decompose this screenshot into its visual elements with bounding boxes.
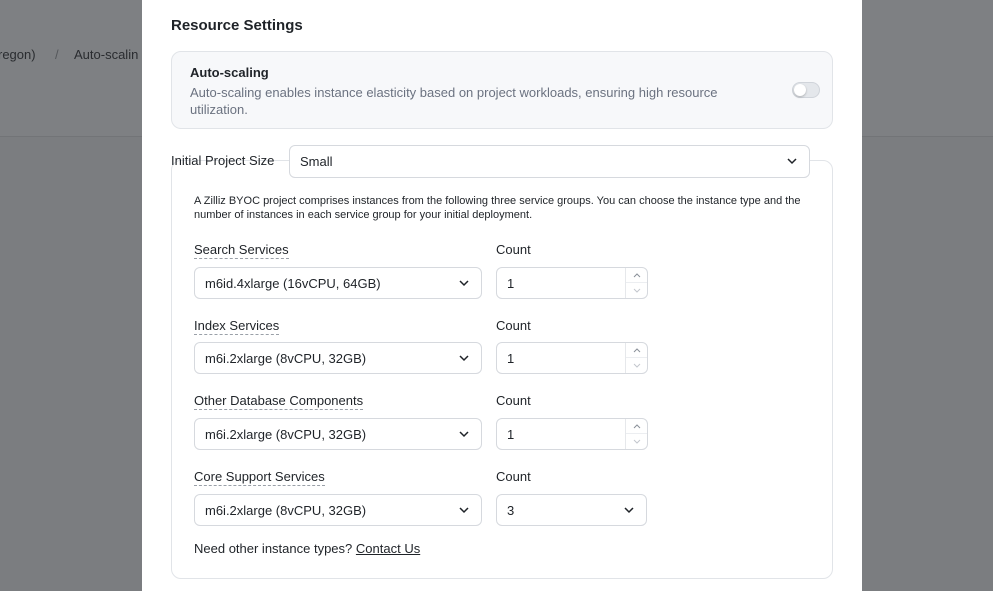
project-size-select[interactable]: Small <box>289 145 810 178</box>
count-value: 1 <box>507 351 515 366</box>
decrement-button[interactable] <box>626 434 647 449</box>
chevron-down-icon <box>459 507 469 514</box>
chevron-down-icon <box>459 355 469 362</box>
increment-button[interactable] <box>626 343 647 358</box>
project-size-label: Initial Project Size <box>171 153 275 168</box>
count-label: Count <box>496 318 531 333</box>
other-instance-types-text: Need other instance types? <box>194 541 353 556</box>
chevron-down-icon <box>624 507 634 514</box>
other-database-components-label[interactable]: Other Database Components <box>194 393 364 410</box>
chevron-up-icon <box>633 273 640 278</box>
count-stepper <box>625 343 647 373</box>
count-value: 1 <box>507 276 515 291</box>
count-stepper <box>625 419 647 449</box>
chevron-down-icon <box>459 431 469 438</box>
core-support-services-label[interactable]: Core Support Services <box>194 469 325 486</box>
decrement-button[interactable] <box>626 358 647 373</box>
other-database-components-count-input[interactable]: 1 <box>496 418 648 450</box>
decrement-button[interactable] <box>626 283 647 298</box>
instance-value: m6i.2xlarge (8vCPU, 32GB) <box>205 503 367 518</box>
search-services-count-input[interactable]: 1 <box>496 267 648 299</box>
resource-settings-modal: Resource Settings Auto-scaling Auto-scal… <box>142 0 862 591</box>
modal-title: Resource Settings <box>171 17 303 34</box>
toggle-knob <box>794 84 806 96</box>
chevron-down-icon <box>459 280 469 287</box>
breadcrumb-separator: / <box>55 47 59 62</box>
other-database-components-instance-select[interactable]: m6i.2xlarge (8vCPU, 32GB) <box>194 418 482 450</box>
count-stepper <box>625 268 647 298</box>
contact-us-link[interactable]: Contact Us <box>356 541 420 556</box>
auto-scaling-card: Auto-scaling Auto-scaling enables instan… <box>171 51 833 129</box>
search-services-instance-select[interactable]: m6id.4xlarge (16vCPU, 64GB) <box>194 267 482 299</box>
service-groups-card: A Zilliz BYOC project comprises instance… <box>171 160 833 579</box>
other-instance-types-note: Need other instance types? Contact Us <box>194 541 420 556</box>
auto-scaling-description: Auto-scaling enables instance elasticity… <box>190 85 718 117</box>
chevron-down-icon <box>787 158 797 165</box>
instance-value: m6i.2xlarge (8vCPU, 32GB) <box>205 351 367 366</box>
index-services-instance-select[interactable]: m6i.2xlarge (8vCPU, 32GB) <box>194 342 482 374</box>
increment-button[interactable] <box>626 268 647 283</box>
index-services-label[interactable]: Index Services <box>194 318 280 335</box>
project-size-value: Small <box>300 154 333 169</box>
count-value: 3 <box>507 503 515 518</box>
count-label: Count <box>496 469 531 484</box>
increment-button[interactable] <box>626 419 647 434</box>
instance-value: m6i.2xlarge (8vCPU, 32GB) <box>205 427 367 442</box>
auto-scaling-toggle[interactable] <box>792 82 820 98</box>
count-label: Count <box>496 242 531 257</box>
chevron-down-icon <box>633 363 640 368</box>
core-support-services-count-select[interactable]: 3 <box>496 494 647 526</box>
breadcrumb-auto-scaling: Auto-scalin <box>74 47 139 62</box>
chevron-down-icon <box>633 439 640 444</box>
instance-value: m6id.4xlarge (16vCPU, 64GB) <box>205 276 381 291</box>
count-value: 1 <box>507 427 515 442</box>
breadcrumb-region: regon) <box>0 47 36 62</box>
auto-scaling-title: Auto-scaling <box>190 65 269 80</box>
count-label: Count <box>496 393 531 408</box>
core-support-services-instance-select[interactable]: m6i.2xlarge (8vCPU, 32GB) <box>194 494 482 526</box>
chevron-down-icon <box>633 288 640 293</box>
chevron-up-icon <box>633 348 640 353</box>
service-groups-intro: A Zilliz BYOC project comprises instance… <box>194 195 801 221</box>
search-services-label[interactable]: Search Services <box>194 242 289 259</box>
index-services-count-input[interactable]: 1 <box>496 342 648 374</box>
chevron-up-icon <box>633 424 640 429</box>
